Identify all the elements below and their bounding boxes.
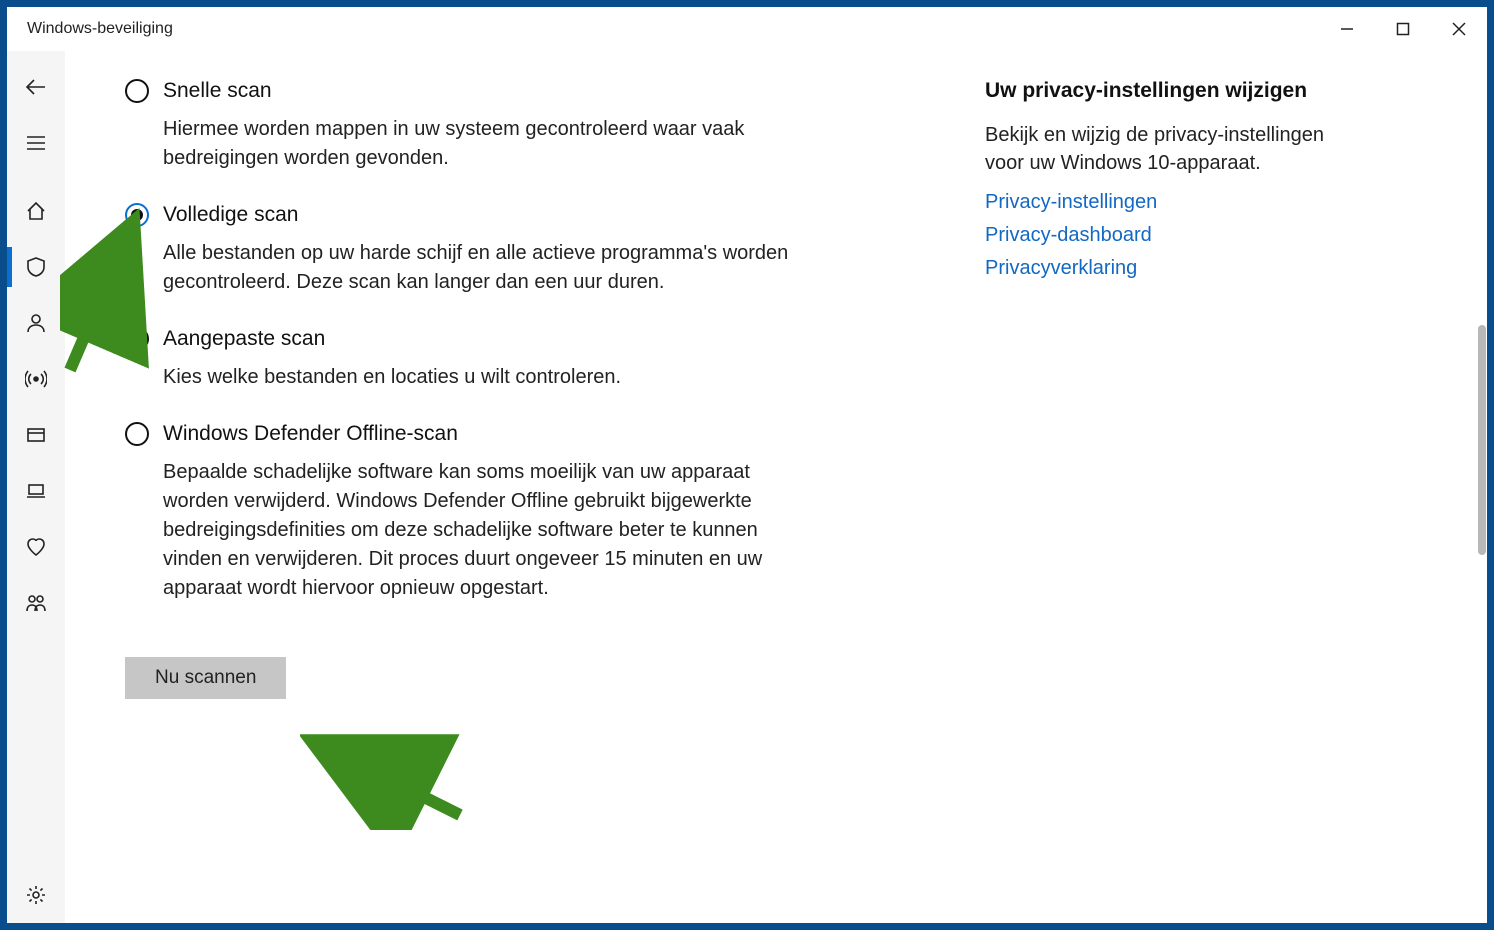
- radio-label: Aangepaste scan: [163, 327, 325, 351]
- main-content: Snelle scan Hiermee worden mappen in uw …: [65, 51, 965, 923]
- aside-text: Bekijk en wijzig de privacy-instellingen…: [985, 121, 1335, 177]
- window-title: Windows-beveiliging: [27, 20, 173, 38]
- maximize-icon: [1396, 22, 1410, 36]
- radio-label: Windows Defender Offline-scan: [163, 422, 458, 446]
- option-description: Kies welke bestanden en locaties u wilt …: [163, 363, 803, 392]
- radio-label: Volledige scan: [163, 203, 298, 227]
- link-privacy-settings[interactable]: Privacy-instellingen: [985, 191, 1335, 214]
- radio-offline-scan[interactable]: [125, 422, 149, 446]
- sidebar-item-firewall[interactable]: [7, 351, 65, 407]
- minimize-icon: [1340, 22, 1354, 36]
- vertical-scrollbar[interactable]: [1472, 95, 1486, 922]
- radio-label: Snelle scan: [163, 79, 272, 103]
- sidebar-item-app-browser[interactable]: [7, 407, 65, 463]
- aside-panel: Uw privacy-instellingen wijzigen Bekijk …: [965, 51, 1375, 923]
- home-icon: [25, 200, 47, 222]
- sidebar-item-family[interactable]: [7, 575, 65, 631]
- maximize-button[interactable]: [1375, 7, 1431, 51]
- window-controls: [1319, 7, 1487, 51]
- back-button[interactable]: [7, 59, 65, 115]
- gear-icon: [25, 884, 47, 906]
- radio-full-scan[interactable]: [125, 203, 149, 227]
- shield-icon: [25, 256, 47, 278]
- sidebar-item-settings[interactable]: [7, 867, 65, 923]
- hamburger-button[interactable]: [7, 115, 65, 171]
- laptop-icon: [25, 480, 47, 502]
- option-description: Hiermee worden mappen in uw systeem geco…: [163, 115, 803, 173]
- scan-option-full: Volledige scan Alle bestanden op uw hard…: [125, 203, 925, 297]
- aside-heading: Uw privacy-instellingen wijzigen: [985, 79, 1335, 103]
- scan-now-button[interactable]: Nu scannen: [125, 657, 286, 699]
- scrollbar-thumb[interactable]: [1478, 325, 1486, 555]
- antenna-icon: [25, 368, 47, 390]
- close-icon: [1452, 22, 1466, 36]
- sidebar-item-device-security[interactable]: [7, 463, 65, 519]
- hamburger-icon: [25, 132, 47, 154]
- sidebar: [7, 51, 65, 923]
- titlebar: Windows-beveiliging: [7, 7, 1487, 51]
- sidebar-item-account[interactable]: [7, 295, 65, 351]
- person-icon: [25, 312, 47, 334]
- heart-icon: [25, 536, 47, 558]
- option-description: Alle bestanden op uw harde schijf en all…: [163, 239, 803, 297]
- sidebar-item-home[interactable]: [7, 183, 65, 239]
- scan-option-custom: Aangepaste scan Kies welke bestanden en …: [125, 327, 925, 392]
- link-privacy-dashboard[interactable]: Privacy-dashboard: [985, 224, 1335, 247]
- sidebar-item-virus-protection[interactable]: [7, 239, 65, 295]
- app-window: Windows-beveiliging: [6, 6, 1488, 924]
- scan-option-offline: Windows Defender Offline-scan Bepaalde s…: [125, 422, 925, 603]
- back-arrow-icon: [24, 75, 48, 99]
- minimize-button[interactable]: [1319, 7, 1375, 51]
- scan-option-quick: Snelle scan Hiermee worden mappen in uw …: [125, 79, 925, 173]
- family-icon: [25, 592, 47, 614]
- radio-quick-scan[interactable]: [125, 79, 149, 103]
- radio-custom-scan[interactable]: [125, 327, 149, 351]
- sidebar-item-device-health[interactable]: [7, 519, 65, 575]
- window-icon: [25, 424, 47, 446]
- option-description: Bepaalde schadelijke software kan soms m…: [163, 458, 803, 603]
- link-privacy-statement[interactable]: Privacyverklaring: [985, 257, 1335, 280]
- close-button[interactable]: [1431, 7, 1487, 51]
